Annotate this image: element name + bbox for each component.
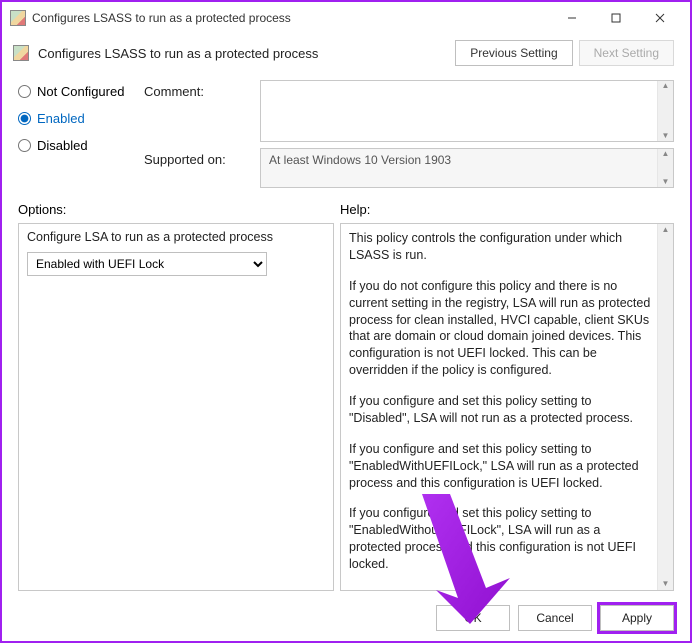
- help-paragraph: If you configure and set this policy set…: [349, 441, 653, 492]
- comment-scrollbar[interactable]: ▲ ▼: [657, 81, 673, 141]
- supported-label: Supported on:: [144, 146, 254, 167]
- radio-enabled[interactable]: Enabled: [18, 111, 138, 126]
- policy-icon: [12, 44, 30, 62]
- scroll-up-icon: ▲: [662, 224, 670, 236]
- scroll-down-icon: ▼: [662, 131, 670, 141]
- next-setting-button[interactable]: Next Setting: [579, 40, 674, 66]
- help-label: Help:: [340, 202, 370, 217]
- help-paragraph: If you configure and set this policy set…: [349, 505, 653, 573]
- scroll-up-icon: ▲: [662, 81, 670, 91]
- radio-not-configured[interactable]: Not Configured: [18, 84, 138, 99]
- supported-field: At least Windows 10 Version 1903 ▲ ▼: [260, 148, 674, 188]
- close-button[interactable]: [638, 3, 682, 33]
- radio-disabled[interactable]: Disabled: [18, 138, 138, 153]
- policy-name-label: Configures LSASS to run as a protected p…: [38, 46, 318, 61]
- comment-field-wrap: ▲ ▼: [260, 80, 674, 142]
- minimize-button[interactable]: [550, 3, 594, 33]
- lsa-mode-select[interactable]: Enabled with UEFI Lock: [27, 252, 267, 276]
- help-paragraph: If you do not configure this policy and …: [349, 278, 653, 379]
- comment-label: Comment:: [144, 80, 254, 146]
- scroll-up-icon: ▲: [662, 149, 670, 159]
- field-labels: Comment: Supported on:: [144, 80, 254, 188]
- apply-button[interactable]: Apply: [600, 605, 674, 631]
- options-title: Configure LSA to run as a protected proc…: [27, 230, 325, 244]
- fields-col: ▲ ▼ At least Windows 10 Version 1903 ▲ ▼: [260, 80, 674, 188]
- options-pane: Configure LSA to run as a protected proc…: [18, 223, 334, 591]
- window-title: Configures LSASS to run as a protected p…: [32, 11, 550, 25]
- maximize-button[interactable]: [594, 3, 638, 33]
- help-scrollbar[interactable]: ▲ ▼: [657, 224, 673, 590]
- ok-button[interactable]: OK: [436, 605, 510, 631]
- radio-not-configured-input[interactable]: [18, 85, 31, 98]
- scroll-down-icon: ▼: [662, 578, 670, 590]
- radio-disabled-input[interactable]: [18, 139, 31, 152]
- radio-enabled-input[interactable]: [18, 112, 31, 125]
- cancel-button[interactable]: Cancel: [518, 605, 592, 631]
- scroll-down-icon: ▼: [662, 177, 670, 187]
- pane-labels: Options: Help:: [2, 188, 690, 223]
- state-radio-group: Not Configured Enabled Disabled: [18, 80, 138, 188]
- supported-text: At least Windows 10 Version 1903: [261, 149, 657, 187]
- supported-scrollbar[interactable]: ▲ ▼: [657, 149, 673, 187]
- radio-disabled-label: Disabled: [37, 138, 88, 153]
- config-area: Not Configured Enabled Disabled Comment:…: [2, 76, 690, 188]
- comment-field[interactable]: [261, 81, 657, 141]
- policy-editor-window: Configures LSASS to run as a protected p…: [0, 0, 692, 643]
- header-row: Configures LSASS to run as a protected p…: [2, 34, 690, 76]
- panes: Configure LSA to run as a protected proc…: [2, 223, 690, 599]
- radio-not-configured-label: Not Configured: [37, 84, 124, 99]
- previous-setting-button[interactable]: Previous Setting: [455, 40, 572, 66]
- policy-icon: [10, 10, 26, 26]
- radio-enabled-label: Enabled: [37, 111, 85, 126]
- help-paragraph: If you configure and set this policy set…: [349, 393, 653, 427]
- options-label: Options:: [18, 202, 340, 217]
- footer: OK Cancel Apply: [2, 599, 690, 641]
- titlebar: Configures LSASS to run as a protected p…: [2, 2, 690, 34]
- help-paragraph: This policy controls the configuration u…: [349, 230, 653, 264]
- help-pane: This policy controls the configuration u…: [340, 223, 674, 591]
